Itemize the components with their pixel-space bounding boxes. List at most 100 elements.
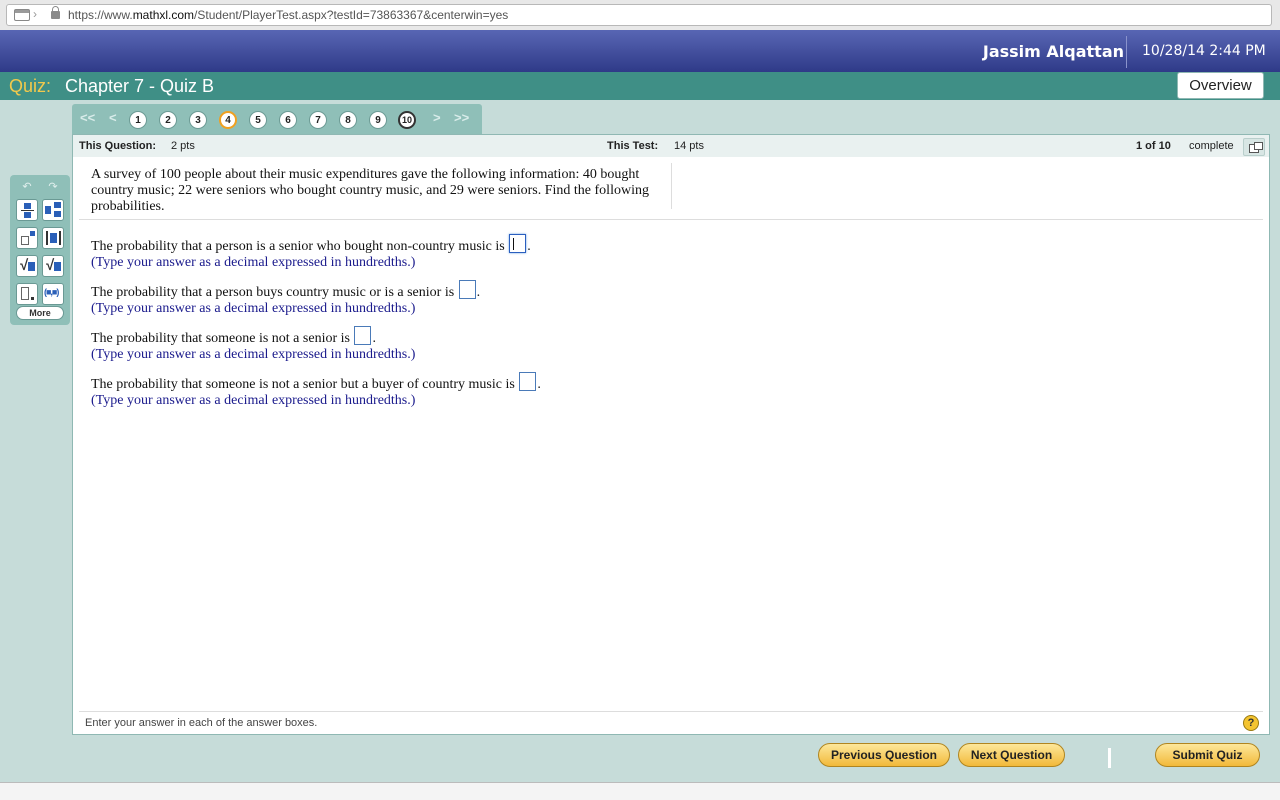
help-icon[interactable]: ?	[1243, 715, 1259, 731]
absolute-value-button[interactable]	[42, 227, 64, 249]
quiz-label: Quiz:	[9, 76, 52, 96]
redo-icon[interactable]: ↷	[42, 181, 64, 193]
header-divider	[1126, 36, 1127, 68]
horizontal-divider	[79, 219, 1263, 220]
sidebar-icon[interactable]	[14, 9, 30, 21]
url-prefix: https://www.	[68, 8, 133, 22]
power-icon	[30, 231, 35, 236]
expand-window-icon[interactable]	[1243, 138, 1265, 156]
denominator-icon	[54, 211, 61, 217]
question-4-button[interactable]: 4	[219, 111, 237, 129]
exponent-button[interactable]	[16, 227, 38, 249]
datetime: 10/28/14 2:44 PM	[1142, 43, 1266, 59]
decimal-point-icon	[31, 297, 34, 300]
decimal-button[interactable]	[16, 283, 38, 305]
bar-right-icon	[59, 231, 61, 245]
bar-left-icon	[46, 231, 48, 245]
question-9-button[interactable]: 9	[369, 111, 387, 129]
question-2-button[interactable]: 2	[159, 111, 177, 129]
this-test-points: 14 pts	[674, 140, 704, 152]
undo-icon[interactable]: ↶	[16, 181, 38, 193]
url-domain: mathxl.com	[132, 8, 195, 22]
question-7-button[interactable]: 7	[309, 111, 327, 129]
question-navigator: << < 1 2 3 4 5 6 7 8 9 10 > >>	[72, 104, 482, 134]
nth-root-button[interactable]: √	[42, 255, 64, 277]
numerator-icon	[54, 202, 61, 208]
quiz-title: Chapter 7 - Quiz B	[65, 76, 215, 96]
question-part-1: The probability that a person is a senio…	[91, 234, 531, 256]
digit-icon	[21, 287, 29, 300]
info-bar: This Question: 2 pts This Test: 14 pts 1…	[73, 135, 1269, 157]
fraction-bar-icon	[21, 210, 34, 211]
part-4-hint: (Type your answer as a decimal expressed…	[91, 393, 416, 408]
part-3-prompt: The probability that someone is not a se…	[91, 331, 350, 346]
denominator-icon	[24, 212, 31, 218]
answer-box-4[interactable]	[519, 372, 537, 391]
header-bar: Jassim Alqattan 10/28/14 2:44 PM	[0, 30, 1280, 72]
footer-divider	[79, 711, 1263, 712]
question-8-button[interactable]: 8	[339, 111, 357, 129]
sqrt-icon: √	[20, 257, 29, 274]
content-icon	[50, 233, 57, 243]
answer-box-2[interactable]	[458, 280, 476, 299]
question-6-button[interactable]: 6	[279, 111, 297, 129]
math-palette: ↶ ↷ √ √ (■,■) More	[10, 175, 70, 325]
part-1-hint: (Type your answer as a decimal expressed…	[91, 255, 416, 270]
period: .	[537, 377, 541, 392]
status-strip	[0, 782, 1280, 800]
answer-box-1[interactable]	[509, 234, 527, 253]
question-part-2: The probability that a person buys count…	[91, 280, 480, 302]
quiz-title-bar: Quiz: Chapter 7 - Quiz B Overview	[0, 72, 1280, 100]
footer-instruction: Enter your answer in each of the answer …	[85, 717, 318, 729]
complete-label: complete	[1189, 140, 1234, 152]
next-question-icon[interactable]: >	[433, 110, 441, 125]
base-icon	[21, 236, 29, 245]
more-button[interactable]: More	[16, 306, 64, 320]
previous-question-icon[interactable]: <	[109, 110, 117, 125]
part-2-hint: (Type your answer as a decimal expressed…	[91, 301, 416, 316]
last-question-icon[interactable]: >>	[454, 110, 469, 125]
part-2-prompt: The probability that a person buys count…	[91, 285, 455, 300]
question-part-3: The probability that someone is not a se…	[91, 326, 376, 348]
mixed-number-button[interactable]	[42, 199, 64, 221]
vertical-divider	[671, 163, 672, 209]
question-part-4: The probability that someone is not a se…	[91, 372, 541, 394]
radicand-icon	[54, 262, 61, 271]
period: .	[527, 239, 531, 254]
this-test-label: This Test:	[607, 140, 659, 152]
address-field[interactable]: › https://www.mathxl.com/Student/PlayerT…	[6, 4, 1272, 26]
progress-count: 1 of 10	[1136, 140, 1171, 152]
first-question-icon[interactable]: <<	[80, 110, 95, 125]
numerator-icon	[24, 203, 31, 209]
next-question-button[interactable]: Next Question	[958, 743, 1065, 767]
problem-statement: A survey of 100 people about their music…	[91, 167, 649, 214]
submit-quiz-button[interactable]: Submit Quiz	[1155, 743, 1260, 767]
overview-button[interactable]: Overview	[1177, 72, 1264, 99]
fraction-button[interactable]	[16, 199, 38, 221]
part-3-hint: (Type your answer as a decimal expressed…	[91, 347, 416, 362]
interval-icon: (■,■)	[44, 287, 59, 297]
question-10-button[interactable]: 10	[398, 111, 416, 129]
period: .	[476, 285, 481, 300]
question-3-button[interactable]: 3	[189, 111, 207, 129]
browser-url-bar: › https://www.mathxl.com/Student/PlayerT…	[0, 0, 1280, 30]
nth-root-icon: √	[46, 257, 55, 274]
radicand-icon	[28, 262, 35, 271]
user-name: Jassim Alqattan	[982, 42, 1124, 61]
question-5-button[interactable]: 5	[249, 111, 267, 129]
this-question-points: 2 pts	[171, 140, 195, 152]
button-divider	[1108, 748, 1111, 768]
square-root-button[interactable]: √	[16, 255, 38, 277]
whole-icon	[45, 206, 51, 214]
period: .	[372, 331, 376, 346]
question-panel: This Question: 2 pts This Test: 14 pts 1…	[72, 134, 1270, 735]
answer-box-3[interactable]	[354, 326, 372, 345]
lock-icon	[51, 6, 60, 19]
url-text[interactable]: https://www.mathxl.com/Student/PlayerTes…	[68, 8, 508, 22]
question-1-button[interactable]: 1	[129, 111, 147, 129]
interval-button[interactable]: (■,■)	[42, 283, 64, 305]
part-4-prompt: The probability that someone is not a se…	[91, 377, 515, 392]
chevron-right-icon: ›	[33, 7, 37, 21]
url-path: /Student/PlayerTest.aspx?testId=73863367…	[194, 8, 509, 22]
previous-question-button[interactable]: Previous Question	[818, 743, 950, 767]
